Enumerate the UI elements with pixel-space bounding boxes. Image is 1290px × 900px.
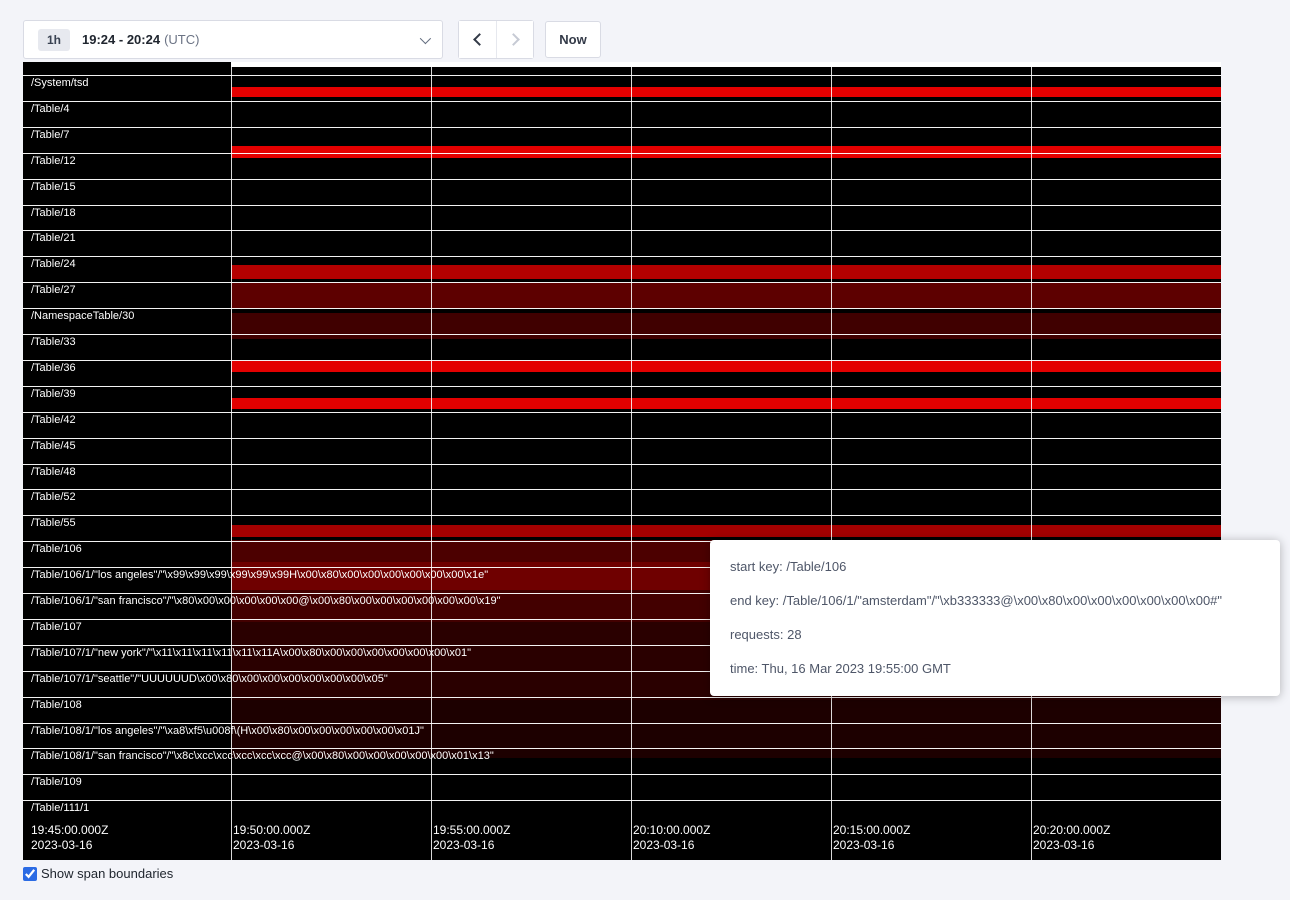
span-label: /Table/36	[31, 362, 76, 375]
heat-band	[231, 62, 1221, 67]
span-label: /NamespaceTable/30	[31, 310, 134, 323]
checkbox-label: Show span boundaries	[41, 866, 173, 881]
heat-band	[231, 265, 1221, 279]
span-boundary-line	[23, 75, 1221, 76]
span-label: /Table/12	[31, 155, 76, 168]
span-label: /Table/106/1/"los angeles"/"\x99\x99\x99…	[31, 569, 488, 582]
tooltip-start-key: start key: /Table/106	[730, 550, 1260, 584]
span-label: /Table/27	[31, 284, 76, 297]
span-label: /Table/106/1/"san francisco"/"\x80\x00\x…	[31, 595, 501, 608]
span-label: /Table/108/1/"san francisco"/"\x8c\xcc\x…	[31, 750, 494, 763]
span-label: /Table/108	[31, 699, 82, 712]
span-label: /Table/107	[31, 621, 82, 634]
span-boundary-line	[23, 697, 1221, 698]
span-boundary-line	[23, 127, 1221, 128]
span-label: /Table/106	[31, 543, 82, 556]
span-label: /Table/111/1	[31, 802, 89, 815]
x-axis-tick: 20:20:00.000Z2023-03-16	[1033, 823, 1110, 853]
key-visualizer-canvas[interactable]: /System/tsd/Table/4/Table/7/Table/12/Tab…	[23, 62, 1221, 860]
span-boundary-line	[23, 334, 1221, 335]
range-nav-group	[458, 20, 534, 59]
span-tooltip: start key: /Table/106 end key: /Table/10…	[710, 540, 1280, 696]
span-label: /Table/21	[31, 232, 76, 245]
range-label: 19:24 - 20:24	[82, 32, 160, 47]
span-label: /Table/107/1/"new york"/"\x11\x11\x11\x1…	[31, 647, 471, 660]
span-boundary-line	[23, 748, 1221, 749]
x-axis-tick: 19:55:00.000Z2023-03-16	[433, 823, 510, 853]
tooltip-requests: requests: 28	[730, 618, 1260, 652]
span-boundary-line	[23, 230, 1221, 231]
span-label: /Table/108/1/"los angeles"/"\xa8\xf5\u00…	[31, 725, 424, 738]
next-range-button[interactable]	[496, 21, 533, 58]
span-label: /Table/42	[31, 414, 76, 427]
prev-range-button[interactable]	[459, 21, 496, 58]
span-label: /Table/33	[31, 336, 76, 349]
span-boundary-line	[23, 282, 1221, 283]
span-label: /Table/4	[31, 103, 70, 116]
span-label: /Table/107/1/"seattle"/"UUUUUUD\x00\x80\…	[31, 673, 388, 686]
span-boundary-line	[23, 308, 1221, 309]
span-boundary-line	[23, 360, 1221, 361]
span-boundary-line	[23, 438, 1221, 439]
show-span-boundaries-checkbox[interactable]	[23, 867, 37, 881]
now-button[interactable]: Now	[545, 21, 601, 58]
x-axis-tick: 20:15:00.000Z2023-03-16	[833, 823, 910, 853]
time-gridline	[631, 62, 632, 860]
span-label: /Table/109	[31, 776, 82, 789]
time-gridline	[1031, 62, 1032, 860]
x-axis-tick: 19:50:00.000Z2023-03-16	[233, 823, 310, 853]
span-label: /System/tsd	[31, 77, 88, 90]
span-boundary-line	[23, 101, 1221, 102]
tooltip-end-key: end key: /Table/106/1/"amsterdam"/"\xb33…	[730, 584, 1260, 618]
range-text: 19:24 - 20:24 (UTC)	[82, 31, 199, 49]
span-label: /Table/24	[31, 258, 76, 271]
span-label: /Table/55	[31, 517, 76, 530]
span-label: /Table/39	[31, 388, 76, 401]
span-boundary-line	[23, 256, 1221, 257]
key-visualizer-page: 1h 19:24 - 20:24 (UTC) Now /System/tsd/Ta…	[0, 0, 1290, 900]
span-label: /Table/18	[31, 207, 76, 220]
heat-band	[231, 87, 1221, 97]
span-boundary-line	[23, 412, 1221, 413]
span-boundary-line	[23, 386, 1221, 387]
span-label: /Table/52	[31, 491, 76, 504]
time-gridline	[231, 62, 232, 860]
time-range-picker[interactable]: 1h 19:24 - 20:24 (UTC)	[23, 20, 443, 59]
span-label: /Table/15	[31, 181, 76, 194]
heat-band	[231, 313, 1221, 339]
chevron-left-icon	[473, 33, 486, 46]
heat-band	[231, 283, 1221, 309]
span-boundary-line	[23, 723, 1221, 724]
chevron-right-icon	[507, 33, 520, 46]
span-label: /Table/7	[31, 129, 70, 142]
range-duration-badge: 1h	[38, 29, 70, 51]
tooltip-time: time: Thu, 16 Mar 2023 19:55:00 GMT	[730, 652, 1260, 686]
span-boundary-line	[23, 515, 1221, 516]
time-gridline	[431, 62, 432, 860]
x-axis-tick: 20:10:00.000Z2023-03-16	[633, 823, 710, 853]
heat-band	[231, 361, 1221, 372]
span-boundary-line	[23, 489, 1221, 490]
span-label: /Table/48	[31, 466, 76, 479]
x-axis-tick: 19:45:00.000Z2023-03-16	[31, 823, 108, 853]
span-boundary-line	[23, 800, 1221, 801]
time-gridline	[831, 62, 832, 860]
range-timezone: (UTC)	[164, 32, 199, 47]
show-span-boundaries: Show span boundaries	[23, 866, 173, 881]
span-boundary-line	[23, 774, 1221, 775]
chevron-down-icon	[420, 32, 431, 43]
span-boundary-line	[23, 205, 1221, 206]
span-label: /Table/45	[31, 440, 76, 453]
span-boundary-line	[23, 464, 1221, 465]
span-boundary-line	[23, 179, 1221, 180]
heat-band	[231, 525, 1221, 537]
heat-band	[231, 398, 1221, 409]
span-boundary-line	[23, 153, 1221, 154]
